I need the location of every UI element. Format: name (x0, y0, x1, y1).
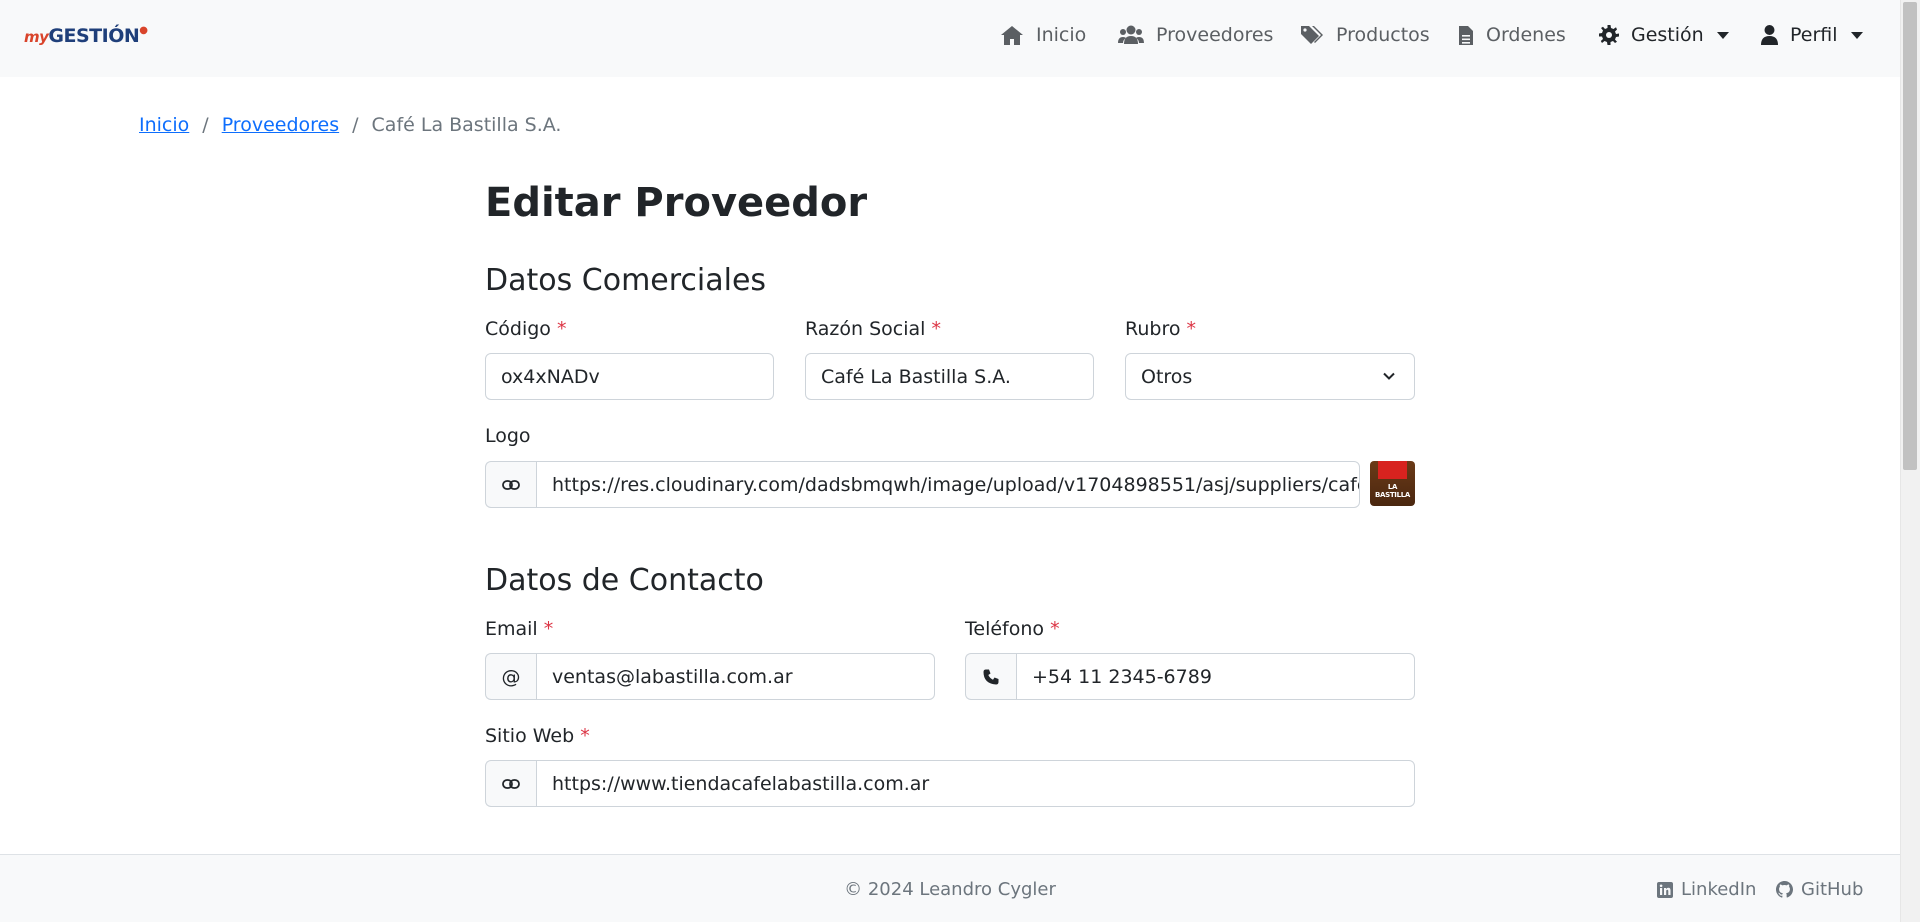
rubro-label-text: Rubro (1125, 318, 1181, 340)
nav-gestion-dropdown[interactable]: Gestión (1599, 24, 1729, 46)
section-heading-comerciales: Datos Comerciales (485, 263, 767, 298)
caret-down-icon (1850, 31, 1863, 39)
breadcrumb-separator: / (352, 114, 359, 136)
required-mark: * (931, 318, 942, 340)
breadcrumb-current: Café La Bastilla S.A. (371, 114, 562, 136)
home-icon (1001, 25, 1023, 45)
github-label: GitHub (1801, 879, 1864, 900)
logo-preview-text: LA BASTILLA (1374, 483, 1411, 499)
linkedin-label: LinkedIn (1681, 879, 1757, 900)
linkedin-link[interactable]: LinkedIn (1657, 879, 1756, 900)
nav-productos[interactable]: Productos (1300, 24, 1430, 46)
chevron-down-icon (1383, 372, 1395, 380)
brand-prefix: my (24, 28, 49, 46)
razon-social-input[interactable]: Café La Bastilla S.A. (805, 353, 1094, 400)
nav-ordenes-label: Ordenes (1486, 24, 1566, 46)
breadcrumb-proveedores-link[interactable]: Proveedores (222, 114, 339, 136)
nav-perfil-dropdown[interactable]: Perfil (1761, 24, 1863, 46)
telefono-input[interactable]: +54 11 2345-6789 (1016, 653, 1415, 700)
github-icon (1776, 881, 1793, 898)
logo-preview-red-band (1378, 461, 1407, 479)
required-mark: * (1186, 318, 1197, 340)
rubro-selected-value: Otros (1141, 365, 1193, 388)
telefono-addon (965, 653, 1016, 700)
breadcrumb-separator: / (202, 114, 209, 136)
tags-icon (1301, 26, 1323, 44)
phone-icon (983, 669, 999, 684)
caret-down-icon (1716, 31, 1729, 39)
link-icon (502, 479, 520, 490)
telefono-label: Teléfono * (965, 618, 1060, 640)
email-input[interactable]: ventas@labastilla.com.ar (536, 653, 935, 700)
brand-dot: ● (139, 25, 148, 36)
sitio-web-input[interactable]: https://www.tiendacafelabastilla.com.ar (536, 760, 1415, 807)
nav-proveedores[interactable]: Proveedores (1118, 24, 1273, 46)
at-sign-icon: @ (485, 653, 536, 700)
logo-url-input[interactable]: https://res.cloudinary.com/dadsbmqwh/ima… (536, 461, 1360, 508)
nav-inicio[interactable]: Inicio (1000, 24, 1086, 46)
link-icon (502, 778, 520, 789)
brand-logo[interactable]: myGESTIÓN● (24, 25, 148, 47)
users-icon (1118, 25, 1144, 44)
razon-social-label: Razón Social * (805, 318, 941, 340)
email-label: Email * (485, 618, 553, 640)
telefono-input-group: +54 11 2345-6789 (965, 653, 1415, 700)
nav-proveedores-label: Proveedores (1156, 24, 1274, 46)
page-title: Editar Proveedor (485, 180, 868, 226)
telefono-label-text: Teléfono (965, 618, 1045, 640)
email-label-text: Email (485, 618, 538, 640)
required-mark: * (543, 618, 554, 640)
nav-gestion-label: Gestión (1631, 24, 1704, 46)
codigo-label: Código * (485, 318, 566, 340)
breadcrumb-inicio-link[interactable]: Inicio (139, 114, 189, 136)
required-mark: * (1050, 618, 1060, 640)
rubro-select[interactable]: Otros (1125, 353, 1415, 400)
codigo-input[interactable]: ox4xNADv (485, 353, 774, 400)
codigo-label-text: Código (485, 318, 551, 340)
email-input-group: @ ventas@labastilla.com.ar (485, 653, 935, 700)
required-mark: * (580, 725, 590, 747)
logo-label: Logo (485, 425, 531, 447)
logo-input-group: https://res.cloudinary.com/dadsbmqwh/ima… (485, 461, 1360, 508)
logo-addon (485, 461, 536, 508)
sitio-web-addon (485, 760, 536, 807)
linkedin-icon (1657, 881, 1673, 898)
navbar: myGESTIÓN● Inicio Proveedores Productos … (0, 0, 1900, 77)
sitio-web-label-text: Sitio Web (485, 725, 575, 747)
logo-preview-image: LA BASTILLA (1370, 461, 1415, 506)
razon-social-label-text: Razón Social (805, 318, 926, 340)
sitio-web-label: Sitio Web * (485, 725, 590, 747)
breadcrumb: Inicio / Proveedores / Café La Bastilla … (139, 114, 561, 136)
nav-perfil-label: Perfil (1790, 24, 1838, 46)
nav-productos-label: Productos (1336, 24, 1430, 46)
footer: © 2024 Leandro Cygler LinkedIn GitHub (0, 854, 1900, 922)
nav-inicio-label: Inicio (1036, 24, 1087, 46)
rubro-label: Rubro * (1125, 318, 1196, 340)
github-link[interactable]: GitHub (1776, 879, 1863, 900)
copyright-text: © 2024 Leandro Cygler (844, 879, 1056, 900)
file-icon (1459, 25, 1473, 45)
required-mark: * (556, 318, 567, 340)
gear-icon (1599, 25, 1619, 45)
sitio-web-input-group: https://www.tiendacafelabastilla.com.ar (485, 760, 1415, 807)
brand-name: GESTIÓN (48, 25, 140, 47)
user-icon (1761, 25, 1778, 45)
scrollbar-thumb[interactable] (1903, 2, 1917, 470)
nav-ordenes[interactable]: Ordenes (1458, 24, 1566, 46)
section-heading-contacto: Datos de Contacto (485, 563, 764, 598)
